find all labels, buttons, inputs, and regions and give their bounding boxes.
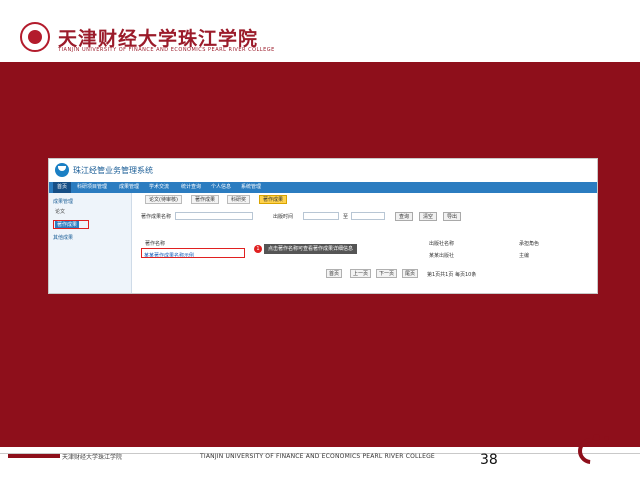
footer-accent-bar xyxy=(8,454,60,458)
table-row-publisher: 某某出版社 xyxy=(429,253,455,259)
college-seal-icon xyxy=(20,22,50,52)
app-titlebar: 珠江经管业务管理系统 xyxy=(49,159,597,181)
pager-last[interactable]: 尾页 xyxy=(402,269,419,278)
embedded-app-screenshot: 珠江经管业务管理系统 首页 科研项目管理 成果管理 学术交流 统计查询 个人信息… xyxy=(48,158,598,294)
pager-first[interactable]: 首页 xyxy=(326,269,343,278)
sidebar-item-papers[interactable]: 论文 xyxy=(55,208,65,215)
tab-books-active[interactable]: 著作成果 xyxy=(259,195,288,204)
menu-item-personal[interactable]: 个人信息 xyxy=(211,182,231,193)
sidebar-group-other[interactable]: 其他成果 xyxy=(53,234,73,241)
sidebar-group-achievements[interactable]: 成果管理 xyxy=(53,198,73,205)
footer-college-en: TIANJIN UNIVERSITY OF FINANCE AND ECONOM… xyxy=(200,453,435,460)
menu-item-home[interactable]: 首页 xyxy=(53,182,72,193)
decorative-dot-icon xyxy=(593,434,600,441)
book-name-label: 著作成果名称 xyxy=(141,214,172,220)
export-button[interactable]: 导出 xyxy=(443,212,461,221)
date-from-input[interactable] xyxy=(303,212,339,220)
instruction-tooltip: 点击著作名称可查看著作成果详细信息 xyxy=(264,244,358,254)
book-name-input[interactable] xyxy=(175,212,253,220)
table-row-role: 主编 xyxy=(519,253,530,259)
sidebar: 成果管理 论文 著作成果 其他成果 xyxy=(49,193,132,293)
search-button[interactable]: 查询 xyxy=(395,212,413,221)
main-menu: 首页 科研项目管理 成果管理 学术交流 统计查询 个人信息 系统管理 xyxy=(49,182,597,193)
slide-header: 天津财经大学珠江学院 TIANJIN UNIVERSITY OF FINANCE… xyxy=(0,0,640,62)
menu-item-research[interactable]: 科研项目管理 xyxy=(77,182,107,193)
row-highlight-box xyxy=(141,248,245,258)
sidebar-highlight-box xyxy=(53,220,89,229)
column-header-book-name[interactable]: 著作名称 xyxy=(145,240,165,247)
menu-item-system[interactable]: 系统管理 xyxy=(241,182,261,193)
college-name-en: TIANJIN UNIVERSITY OF FINANCE AND ECONOM… xyxy=(58,47,275,53)
pager-prev[interactable]: 上一页 xyxy=(350,269,372,278)
tab-research-award[interactable]: 科研奖 xyxy=(227,195,251,204)
app-logo-icon xyxy=(55,163,69,177)
date-separator: 至 xyxy=(343,214,349,220)
menu-item-statistics[interactable]: 统计查询 xyxy=(181,182,201,193)
menu-item-achievements[interactable]: 成果管理 xyxy=(119,182,139,193)
tab-books[interactable]: 著作成果 xyxy=(191,195,220,204)
column-header-role[interactable]: 承担角色 xyxy=(519,240,539,247)
publish-date-label: 出版时间 xyxy=(273,214,294,220)
decorative-dot-icon xyxy=(604,436,609,441)
clear-button[interactable]: 清空 xyxy=(419,212,437,221)
app-name: 珠江经管业务管理系统 xyxy=(73,166,153,175)
pager-info: 第1页共1页 每页10条 xyxy=(427,272,477,278)
tab-papers-pending[interactable]: 论文(待审核) xyxy=(145,195,182,204)
column-header-publisher[interactable]: 出版社名称 xyxy=(429,240,454,247)
menu-item-academic[interactable]: 学术交流 xyxy=(149,182,169,193)
date-to-input[interactable] xyxy=(351,212,385,220)
page-number: 38 xyxy=(480,452,498,468)
step-number-badge: 1 xyxy=(254,245,262,253)
pager-next[interactable]: 下一页 xyxy=(376,269,398,278)
footer-college-cn: 天津财经大学珠江学院 xyxy=(62,454,123,461)
